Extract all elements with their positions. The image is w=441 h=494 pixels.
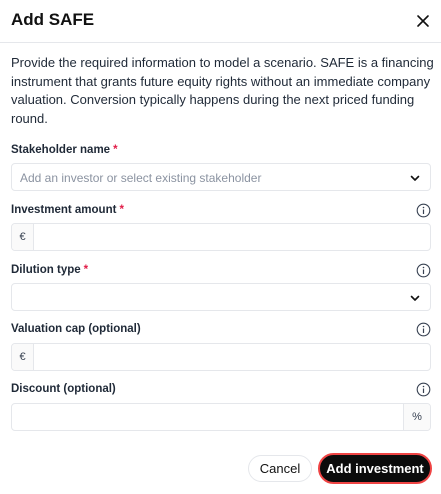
investment-label: Investment amount *: [11, 204, 124, 216]
dilution-type-select[interactable]: [11, 283, 431, 311]
currency-prefix: €: [12, 224, 34, 250]
add-investment-label: Add investment: [326, 461, 424, 476]
valuation-cap-label: Valuation cap (optional): [11, 323, 141, 335]
stakeholder-label: Stakeholder name *: [11, 144, 118, 156]
discount-label: Discount (optional): [11, 383, 116, 395]
dilution-label: Dilution type *: [11, 264, 88, 276]
discount-input[interactable]: [12, 404, 403, 430]
dialog-header: Add SAFE: [0, 0, 441, 42]
dilution-label-text: Dilution type: [11, 264, 81, 276]
dialog-title: Add SAFE: [11, 10, 95, 29]
currency-prefix: €: [12, 344, 34, 370]
valuation-cap-input[interactable]: [34, 344, 430, 370]
required-marker: *: [119, 204, 124, 216]
add-investment-button[interactable]: Add investment: [318, 453, 432, 484]
discount-field: %: [11, 403, 431, 431]
add-safe-dialog: Add SAFE Provide the required informatio…: [0, 0, 441, 494]
chevron-down-icon: [409, 171, 421, 183]
dialog-description: Provide the required information to mode…: [11, 55, 434, 126]
close-icon: [417, 15, 429, 27]
investment-amount-input[interactable]: [34, 224, 430, 250]
investment-label-text: Investment amount: [11, 204, 117, 216]
info-icon[interactable]: [416, 382, 431, 397]
valuation-cap-label-text: Valuation cap (optional): [11, 323, 141, 335]
stakeholder-placeholder: Add an investor or select existing stake…: [20, 171, 262, 185]
close-button[interactable]: [412, 10, 434, 32]
stakeholder-select[interactable]: Add an investor or select existing stake…: [11, 163, 431, 191]
percent-suffix: %: [403, 404, 430, 430]
discount-label-text: Discount (optional): [11, 383, 116, 395]
cancel-button[interactable]: Cancel: [248, 455, 312, 482]
stakeholder-label-text: Stakeholder name: [11, 144, 111, 156]
required-marker: *: [113, 144, 118, 156]
info-icon[interactable]: [416, 322, 431, 337]
valuation-cap-field: €: [11, 343, 431, 371]
header-divider: [0, 42, 441, 43]
required-marker: *: [83, 264, 89, 276]
chevron-down-icon: [409, 291, 421, 303]
info-icon[interactable]: [416, 263, 431, 278]
info-icon[interactable]: [416, 203, 431, 218]
investment-amount-field: €: [11, 223, 431, 251]
